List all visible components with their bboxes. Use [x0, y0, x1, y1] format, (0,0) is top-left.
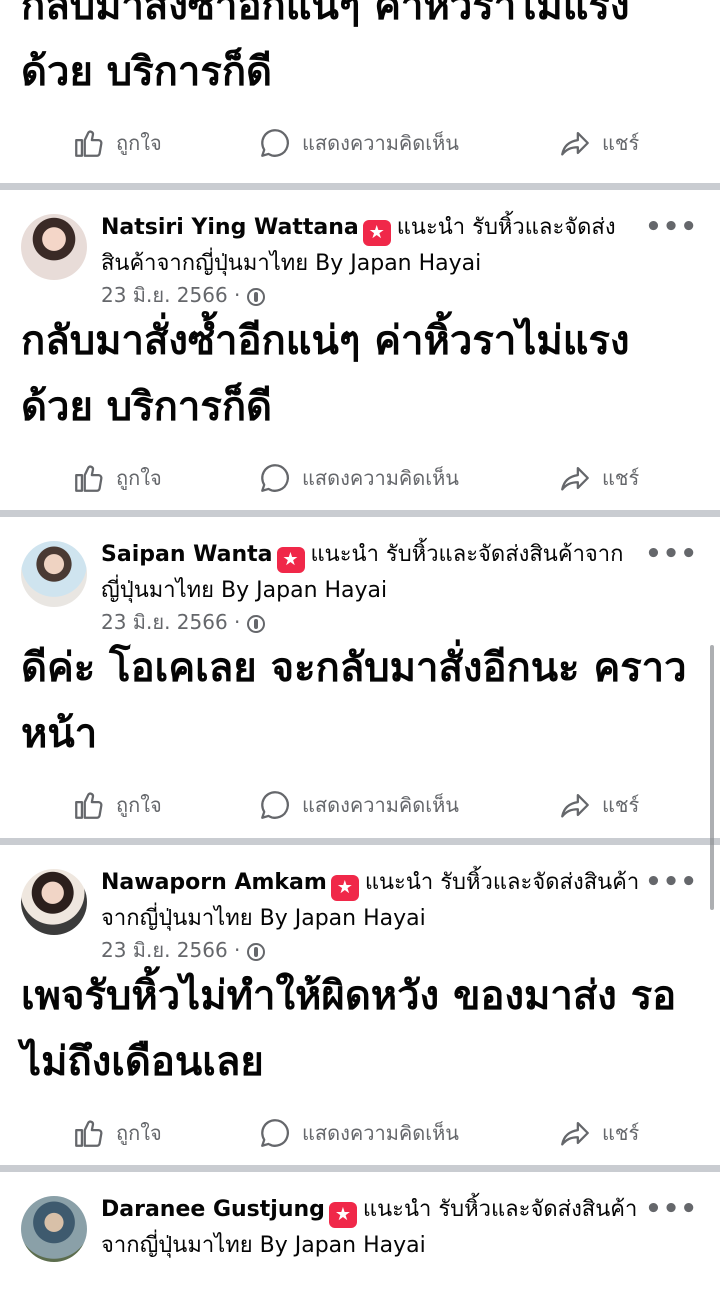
more-options-icon[interactable]: •••: [645, 539, 698, 569]
thumbs-up-icon: [75, 1120, 103, 1147]
post-actions: ถูกใจ แสดงความคิดเห็น แชร์: [0, 1095, 720, 1173]
share-label: แชร์: [602, 466, 640, 490]
post: Daranee Gustjung ★ แนะนำ รับหิ้วและจัดส่งส…: [0, 1172, 720, 1290]
author-name[interactable]: Daranee Gustjung: [101, 1197, 325, 1222]
post-separator: [0, 838, 720, 845]
share-label: แชร์: [602, 131, 640, 155]
post-actions: ถูกใจ แสดงความคิดเห็น แชร์: [0, 440, 720, 518]
post-partial-top: กลับมาสั่งซ้ำอีกแน่ๆ ค่าหิ้วราไม่แรง ด้ว…: [0, 0, 720, 183]
post-header: Nawaporn Amkam ★ แนะนำ รับหิ้วและจัดส่งสิน…: [0, 845, 720, 963]
thumbs-up-icon: [75, 792, 103, 819]
like-label: ถูกใจ: [116, 1121, 162, 1145]
date-text: 23 มิ.ย. 2566 ·: [101, 610, 241, 634]
date-text: 23 มิ.ย. 2566 ·: [101, 938, 241, 962]
comment-button[interactable]: แสดงความคิดเห็น: [258, 787, 459, 823]
star-icon: ★: [362, 220, 391, 246]
comment-icon: [261, 1119, 289, 1147]
share-arrow-icon: [561, 131, 589, 156]
avatar[interactable]: [21, 869, 87, 935]
post-text: ดีค่ะ โอเคเลย จะกลับมาสั่งอีกนะ คราวหน้า: [21, 645, 687, 757]
share-button[interactable]: แชร์: [558, 787, 639, 823]
post-separator: [0, 1165, 720, 1172]
post: Natsiri Ying Wattana ★ แนะนำ รับหิ้วและจัด…: [0, 190, 720, 518]
comment-label: แสดงความคิดเห็น: [302, 131, 459, 155]
share-label: แชร์: [602, 793, 640, 817]
scrollbar[interactable]: [710, 645, 714, 910]
comment-button[interactable]: แสดงความคิดเห็น: [258, 1115, 459, 1151]
globe-icon: [246, 943, 265, 961]
avatar[interactable]: [21, 214, 87, 280]
share-button[interactable]: แชร์: [558, 1115, 639, 1151]
like-label: ถูกใจ: [116, 793, 162, 817]
feed: กลับมาสั่งซ้ำอีกแน่ๆ ค่าหิ้วราไม่แรง ด้ว…: [0, 0, 720, 183]
comment-icon: [261, 464, 289, 492]
star-icon: ★: [276, 547, 305, 573]
like-button[interactable]: ถูกใจ: [72, 1115, 162, 1151]
post-text: เพจรับหิ้วไม่ทำให้ผิดหวัง ของมาส่ง รอไม่…: [21, 973, 677, 1085]
share-label: แชร์: [602, 1121, 640, 1145]
share-arrow-icon: [561, 466, 589, 491]
globe-icon: [246, 288, 265, 306]
comment-icon: [261, 791, 289, 819]
post: Saipan Wanta ★ แนะนำ รับหิ้วและจัดส่งสินค้…: [0, 517, 720, 845]
share-arrow-icon: [561, 793, 589, 818]
like-button[interactable]: ถูกใจ: [72, 125, 162, 161]
post-actions: ถูกใจ แสดงความคิดเห็น แชร์: [0, 767, 720, 845]
post-header: Saipan Wanta ★ แนะนำ รับหิ้วและจัดส่งสินค้…: [0, 517, 720, 635]
like-label: ถูกใจ: [116, 466, 162, 490]
post-header: Daranee Gustjung ★ แนะนำ รับหิ้วและจัดส่งส…: [0, 1172, 720, 1290]
comment-label: แสดงความคิดเห็น: [302, 466, 459, 490]
date-text: 23 มิ.ย. 2566 ·: [101, 283, 241, 307]
post-date[interactable]: 23 มิ.ย. 2566 ·: [101, 281, 641, 309]
author-name[interactable]: Saipan Wanta: [101, 542, 273, 567]
like-label: ถูกใจ: [116, 131, 162, 155]
thumbs-up-icon: [75, 465, 103, 492]
share-button[interactable]: แชร์: [558, 460, 639, 496]
post-meta: Nawaporn Amkam ★ แนะนำ รับหิ้วและจัดส่งสิน…: [101, 865, 641, 964]
author-name[interactable]: Nawaporn Amkam: [101, 870, 327, 895]
comment-label: แสดงความคิดเห็น: [302, 793, 459, 817]
post-meta: Daranee Gustjung ★ แนะนำ รับหิ้วและจัดส่งส…: [101, 1192, 641, 1263]
post-header: Natsiri Ying Wattana ★ แนะนำ รับหิ้วและจัด…: [0, 190, 720, 308]
like-button[interactable]: ถูกใจ: [72, 460, 162, 496]
post: Nawaporn Amkam ★ แนะนำ รับหิ้วและจัดส่งสิน…: [0, 845, 720, 1173]
post-separator: [0, 510, 720, 517]
post-separator: [0, 183, 720, 190]
post-text: กลับมาสั่งซ้ำอีกแน่ๆ ค่าหิ้วราไม่แรง ด้ว…: [21, 0, 630, 95]
comment-button[interactable]: แสดงความคิดเห็น: [258, 125, 459, 161]
post-date[interactable]: 23 มิ.ย. 2566 ·: [101, 936, 641, 964]
post-date[interactable]: 23 มิ.ย. 2566 ·: [101, 608, 641, 636]
more-options-icon[interactable]: •••: [645, 212, 698, 242]
comment-label: แสดงความคิดเห็น: [302, 1121, 459, 1145]
author-name[interactable]: Natsiri Ying Wattana: [101, 215, 359, 240]
star-icon: ★: [330, 875, 359, 901]
globe-icon: [246, 615, 265, 633]
avatar[interactable]: [21, 1196, 87, 1262]
share-arrow-icon: [561, 1121, 589, 1146]
avatar[interactable]: [21, 541, 87, 607]
more-options-icon[interactable]: •••: [645, 867, 698, 897]
thumbs-up-icon: [75, 130, 103, 157]
post-text: กลับมาสั่งซ้ำอีกแน่ๆ ค่าหิ้วราไม่แรง ด้ว…: [21, 318, 630, 430]
share-button[interactable]: แชร์: [558, 125, 639, 161]
star-icon: ★: [328, 1202, 357, 1228]
comment-button[interactable]: แสดงความคิดเห็น: [258, 460, 459, 496]
post-actions: ถูกใจ แสดงความคิดเห็น แชร์: [0, 105, 720, 183]
like-button[interactable]: ถูกใจ: [72, 787, 162, 823]
comment-icon: [261, 129, 289, 157]
post-meta: Saipan Wanta ★ แนะนำ รับหิ้วและจัดส่งสินค้…: [101, 537, 641, 636]
post-meta: Natsiri Ying Wattana ★ แนะนำ รับหิ้วและจัด…: [101, 210, 641, 309]
more-options-icon[interactable]: •••: [645, 1194, 698, 1224]
